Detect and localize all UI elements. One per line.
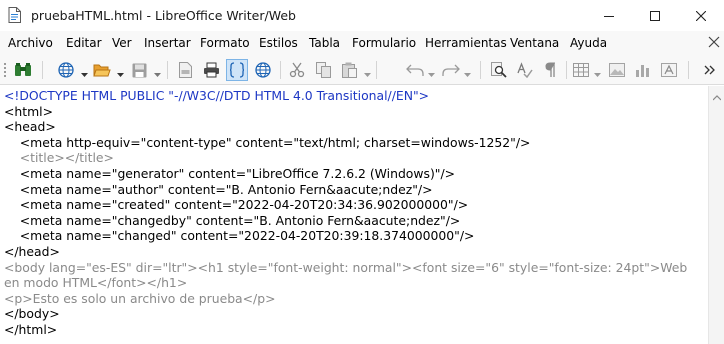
source-line: <!DOCTYPE HTML PUBLIC "-//W3C//DTD HTML … bbox=[4, 88, 430, 103]
minimize-button[interactable] bbox=[586, 0, 632, 31]
find-binoculars-icon[interactable] bbox=[12, 59, 34, 81]
redo-icon bbox=[442, 64, 460, 76]
insert-table-button[interactable] bbox=[570, 59, 592, 81]
close-button[interactable] bbox=[678, 0, 724, 31]
save-button[interactable] bbox=[128, 59, 150, 81]
maximize-button[interactable] bbox=[632, 0, 678, 31]
paste-icon bbox=[341, 62, 357, 78]
menu-formato[interactable]: Formato bbox=[200, 36, 250, 50]
source-line: <meta name="generator" content="LibreOff… bbox=[4, 166, 456, 181]
export-pdf-icon bbox=[178, 62, 192, 78]
print-button[interactable] bbox=[200, 59, 222, 81]
source-line: <meta name="created" content="2022-04-20… bbox=[4, 197, 469, 213]
find-replace-icon bbox=[491, 62, 507, 78]
formatting-marks-icon bbox=[545, 62, 555, 77]
undo-icon bbox=[406, 64, 424, 76]
export-pdf-button[interactable] bbox=[174, 59, 196, 81]
insert-chart-icon bbox=[636, 65, 649, 77]
source-line: <meta name="changed" content="2022-04-20… bbox=[4, 228, 475, 244]
standard-toolbar bbox=[0, 55, 724, 85]
open-folder-icon bbox=[93, 64, 111, 76]
source-line: <meta name="changedby" content="B. Anton… bbox=[4, 212, 461, 228]
source-line: en modo HTML</font></h1> bbox=[4, 275, 188, 291]
chevron-down-icon[interactable] bbox=[81, 67, 88, 77]
close-icon bbox=[696, 10, 706, 21]
web-view-button[interactable] bbox=[252, 59, 274, 81]
source-line: </html> bbox=[4, 322, 58, 337]
spellcheck-button[interactable] bbox=[514, 59, 536, 81]
document-html-icon bbox=[8, 7, 21, 23]
chevron-down-icon[interactable] bbox=[464, 67, 471, 77]
insert-textbox-button[interactable] bbox=[658, 59, 680, 81]
menu-formulario[interactable]: Formulario bbox=[352, 36, 416, 50]
toolbar-separator bbox=[167, 61, 168, 79]
more-options-icon bbox=[704, 65, 715, 75]
title-bar: pruebaHTML.html - LibreOffice Writer/Web bbox=[0, 0, 724, 31]
insert-image-icon bbox=[609, 63, 625, 77]
cut-button[interactable] bbox=[286, 59, 308, 81]
toolbar-grip-icon[interactable] bbox=[4, 62, 7, 78]
toolbar-separator bbox=[688, 61, 689, 79]
insert-textbox-icon bbox=[661, 63, 677, 77]
source-line: <head> bbox=[4, 119, 56, 135]
toolbar-separator bbox=[280, 61, 281, 79]
menu-herramientas[interactable]: Herramientas bbox=[425, 36, 507, 50]
vertical-scrollbar[interactable] bbox=[708, 86, 724, 344]
menu-estilos[interactable]: Estilos bbox=[259, 36, 298, 50]
window-title: pruebaHTML.html - LibreOffice Writer/Web bbox=[31, 8, 296, 23]
menu-archivo[interactable]: Archivo bbox=[8, 36, 53, 50]
print-icon bbox=[203, 62, 219, 78]
cut-icon bbox=[289, 62, 305, 78]
chevron-down-icon[interactable] bbox=[364, 67, 371, 77]
minimize-icon bbox=[604, 15, 614, 17]
chevron-down-icon[interactable] bbox=[117, 67, 124, 77]
web-view-icon bbox=[255, 62, 271, 78]
chevron-down-icon[interactable] bbox=[594, 67, 601, 77]
source-line: <html> bbox=[4, 103, 53, 119]
toolbar-separator bbox=[376, 61, 377, 79]
html-source-editor[interactable]: <!DOCTYPE HTML PUBLIC "-//W3C//DTD HTML … bbox=[0, 86, 708, 344]
copy-button[interactable] bbox=[312, 59, 334, 81]
source-line: <meta http-equiv="content-type" content=… bbox=[4, 134, 531, 150]
formatting-marks-button[interactable] bbox=[540, 59, 562, 81]
menu-ayuda[interactable]: Ayuda bbox=[570, 36, 607, 50]
source-line: <p>Esto es solo un archivo de prueba</p> bbox=[4, 290, 276, 306]
open-button[interactable] bbox=[91, 59, 113, 81]
toolbar-separator bbox=[42, 61, 43, 79]
menu-editar[interactable]: Editar bbox=[66, 36, 102, 50]
scroll-up-arrow-icon[interactable] bbox=[712, 90, 722, 101]
toolbar-separator bbox=[480, 61, 481, 79]
insert-chart-button[interactable] bbox=[632, 59, 654, 81]
find-replace-button[interactable] bbox=[488, 59, 510, 81]
source-line: <title></title> bbox=[4, 150, 114, 166]
source-line: <meta name="author" content="B. Antonio … bbox=[4, 181, 433, 197]
web-browser-icon bbox=[58, 62, 74, 78]
source-line: </head> bbox=[4, 244, 60, 259]
web-browser-button[interactable] bbox=[55, 59, 77, 81]
paste-button[interactable] bbox=[338, 59, 360, 81]
undo-button[interactable] bbox=[404, 59, 426, 81]
insert-image-button[interactable] bbox=[606, 59, 628, 81]
chevron-down-icon[interactable] bbox=[428, 67, 435, 77]
menu-ventana[interactable]: Ventana bbox=[510, 36, 559, 50]
maximize-icon bbox=[650, 10, 660, 21]
source-line: <body lang="es-ES" dir="ltr"><h1 style="… bbox=[4, 259, 688, 275]
menu-ver[interactable]: Ver bbox=[112, 36, 132, 50]
html-source-icon bbox=[230, 62, 244, 78]
insert-table-icon bbox=[573, 63, 589, 77]
menu-bar: Archivo Editar Ver Insertar Formato Esti… bbox=[0, 31, 724, 55]
save-icon bbox=[132, 63, 146, 77]
chevron-down-icon[interactable] bbox=[154, 67, 161, 77]
more-options-button[interactable] bbox=[700, 59, 720, 81]
copy-icon bbox=[315, 62, 331, 78]
menu-tabla[interactable]: Tabla bbox=[309, 36, 340, 50]
menu-insertar[interactable]: Insertar bbox=[144, 36, 191, 50]
source-line: </body> bbox=[4, 306, 60, 322]
toolbar-separator bbox=[566, 61, 567, 79]
html-source-button[interactable] bbox=[226, 59, 248, 81]
redo-button[interactable] bbox=[440, 59, 462, 81]
spellcheck-icon bbox=[517, 62, 533, 78]
close-document-icon[interactable] bbox=[708, 36, 720, 48]
